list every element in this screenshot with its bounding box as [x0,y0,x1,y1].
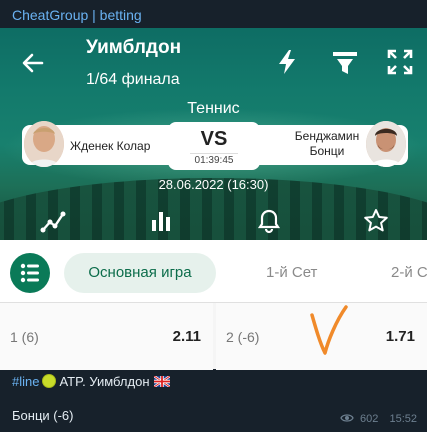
tab-main-game[interactable]: Основная игра [64,253,216,293]
view-count: 602 [360,413,379,425]
odd-player2-value: 1.71 [385,328,415,345]
odd-player2-label: 2 (-6) [226,329,260,345]
odd-player1-label: 1 (6) [10,329,39,345]
message-meta: 602 15:52 [340,413,417,425]
bell-icon[interactable] [256,208,282,234]
eye-icon [340,414,354,422]
odd-player1[interactable]: 1 (6) 2.11 [0,303,213,370]
channel-name[interactable]: CheatGroup | betting [12,7,142,23]
handdrawn-check-mark [310,305,348,355]
player2-name: Бенджамин Бонци [286,129,368,159]
player1-name: Жденек Колар [70,139,151,153]
message-time: 15:52 [389,413,417,425]
star-icon[interactable] [363,208,389,234]
market-tabs: Основная игра 1-й Сет 2-й С [0,240,427,302]
round-label: 1/64 финала [86,71,180,88]
tab-set-1[interactable]: 1-й Сет [266,253,317,293]
list-menu-icon[interactable] [10,253,50,293]
filter-icon[interactable] [331,48,359,76]
match-datetime: 28.06.2022 (16:30) [158,177,269,192]
match-hero: Уимблдон 1/64 финала Теннис Жденек Колар… [0,28,427,240]
telegram-post: CheatGroup | betting Уимблдон 1/64 финал… [0,0,427,432]
odd-player1-value: 2.11 [172,328,201,345]
tournament-title: Уимблдон [86,37,182,58]
tab-set-2[interactable]: 2-й С [391,253,427,293]
message-line-1: #line ATP. Уимблдон [12,374,170,389]
back-arrow-icon[interactable] [20,50,46,76]
sport-label: Теннис [187,100,240,117]
match-timer: 01:39:45 [190,153,238,166]
vs-box: VS 01:39:45 [168,122,260,170]
vs-label: VS [200,128,228,150]
player1-card[interactable]: Жденек Колар [22,121,180,167]
league-text: ATP. Уимблдон [59,374,150,389]
player1-avatar [24,121,64,167]
bet-pick: Бонци (-6) [12,408,74,423]
lightning-icon[interactable] [273,48,301,76]
hashtag-line[interactable]: #line [12,374,39,389]
tennis-ball-icon [42,374,57,388]
bar-chart-icon[interactable] [148,208,174,234]
player2-last-name: Бонци [309,144,345,158]
stats-line-icon[interactable] [40,208,66,234]
player2-avatar [366,121,406,167]
action-row [0,208,427,238]
odds-row: 1 (6) 2.11 2 (-6) 1.71 [0,302,427,370]
uk-flag-icon [153,376,170,387]
player2-first-name: Бенджамин [294,129,360,143]
player2-card[interactable]: Бенджамин Бонци [248,121,408,167]
expand-icon[interactable] [386,48,414,76]
